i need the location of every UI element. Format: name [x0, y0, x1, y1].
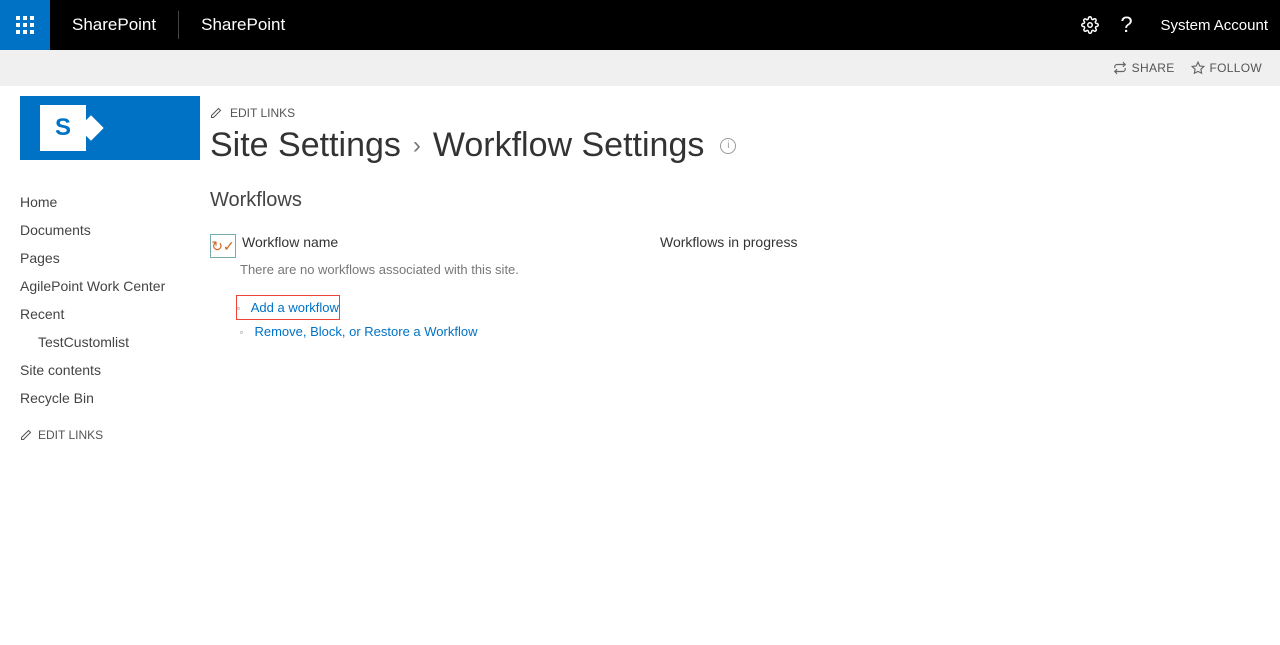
workflow-name-header: ↻✓ Workflow name [210, 234, 660, 258]
no-workflows-message: There are no workflows associated with t… [210, 258, 660, 295]
remove-workflow-link[interactable]: Remove, Block, or Restore a Workflow [254, 324, 477, 339]
edit-links-top[interactable]: EDIT LINKS [210, 96, 1260, 126]
suite-bar: SharePoint SharePoint ? System Account [0, 0, 1280, 50]
gear-icon [1081, 16, 1099, 34]
nav-home[interactable]: Home [20, 188, 200, 216]
checkmark-spin-icon: ↻✓ [211, 239, 234, 253]
site-brand[interactable]: SharePoint [179, 15, 307, 35]
sharepoint-logo-icon: S [40, 105, 86, 151]
app-launcher-button[interactable] [0, 0, 50, 50]
suite-brand[interactable]: SharePoint [50, 11, 179, 39]
help-icon: ? [1120, 12, 1132, 38]
nav-pages[interactable]: Pages [20, 244, 200, 272]
share-label: SHARE [1132, 61, 1175, 75]
account-menu[interactable]: System Account [1144, 17, 1280, 34]
quick-launch-nav: Home Documents Pages AgilePoint Work Cen… [20, 188, 200, 412]
remove-workflow-item: Remove, Block, or Restore a Workflow [240, 320, 660, 343]
workflow-name-column: ↻✓ Workflow name There are no workflows … [210, 234, 660, 343]
nav-recent[interactable]: Recent [20, 300, 200, 328]
content-area: EDIT LINKS Site Settings › Workflow Sett… [200, 96, 1280, 458]
share-button[interactable]: SHARE [1113, 61, 1175, 75]
nav-site-contents[interactable]: Site contents [20, 356, 200, 384]
edit-links-top-label: EDIT LINKS [230, 106, 295, 120]
section-title-workflows: Workflows [210, 189, 1260, 212]
breadcrumb-separator-icon: › [413, 132, 421, 160]
page-title: Site Settings › Workflow Settings i [210, 126, 1260, 189]
workflow-links: Add a workflow Remove, Block, or Restore… [210, 295, 660, 343]
share-icon [1113, 61, 1127, 75]
nav-testcustomlist[interactable]: TestCustomlist [20, 328, 200, 356]
waffle-icon [16, 16, 34, 34]
info-icon[interactable]: i [720, 138, 736, 154]
add-workflow-item: Add a workflow [236, 295, 340, 320]
nav-documents[interactable]: Documents [20, 216, 200, 244]
site-logo[interactable]: S [20, 96, 200, 160]
workflow-name-header-text: Workflow name [242, 234, 338, 250]
pencil-icon [210, 107, 222, 119]
edit-links-nav[interactable]: EDIT LINKS [20, 412, 200, 458]
star-icon [1191, 61, 1205, 75]
settings-button[interactable] [1072, 16, 1108, 34]
add-workflow-link[interactable]: Add a workflow [251, 300, 339, 315]
breadcrumb-workflow-settings: Workflow Settings [433, 126, 704, 165]
pencil-icon [20, 429, 32, 441]
page-action-bar: SHARE FOLLOW [0, 50, 1280, 86]
edit-links-nav-label: EDIT LINKS [38, 428, 103, 442]
follow-label: FOLLOW [1210, 61, 1262, 75]
help-button[interactable]: ? [1108, 12, 1144, 38]
nav-agilepoint[interactable]: AgilePoint Work Center [20, 272, 200, 300]
workflow-icon: ↻✓ [210, 234, 236, 258]
follow-button[interactable]: FOLLOW [1191, 61, 1262, 75]
left-column: S Home Documents Pages AgilePoint Work C… [0, 96, 200, 458]
workflow-columns: ↻✓ Workflow name There are no workflows … [210, 234, 1260, 343]
breadcrumb-site-settings[interactable]: Site Settings [210, 126, 401, 165]
workflows-in-progress-header: Workflows in progress [660, 234, 797, 250]
nav-recycle-bin[interactable]: Recycle Bin [20, 384, 200, 412]
main-area: S Home Documents Pages AgilePoint Work C… [0, 86, 1280, 458]
workflow-progress-column: Workflows in progress [660, 234, 797, 343]
